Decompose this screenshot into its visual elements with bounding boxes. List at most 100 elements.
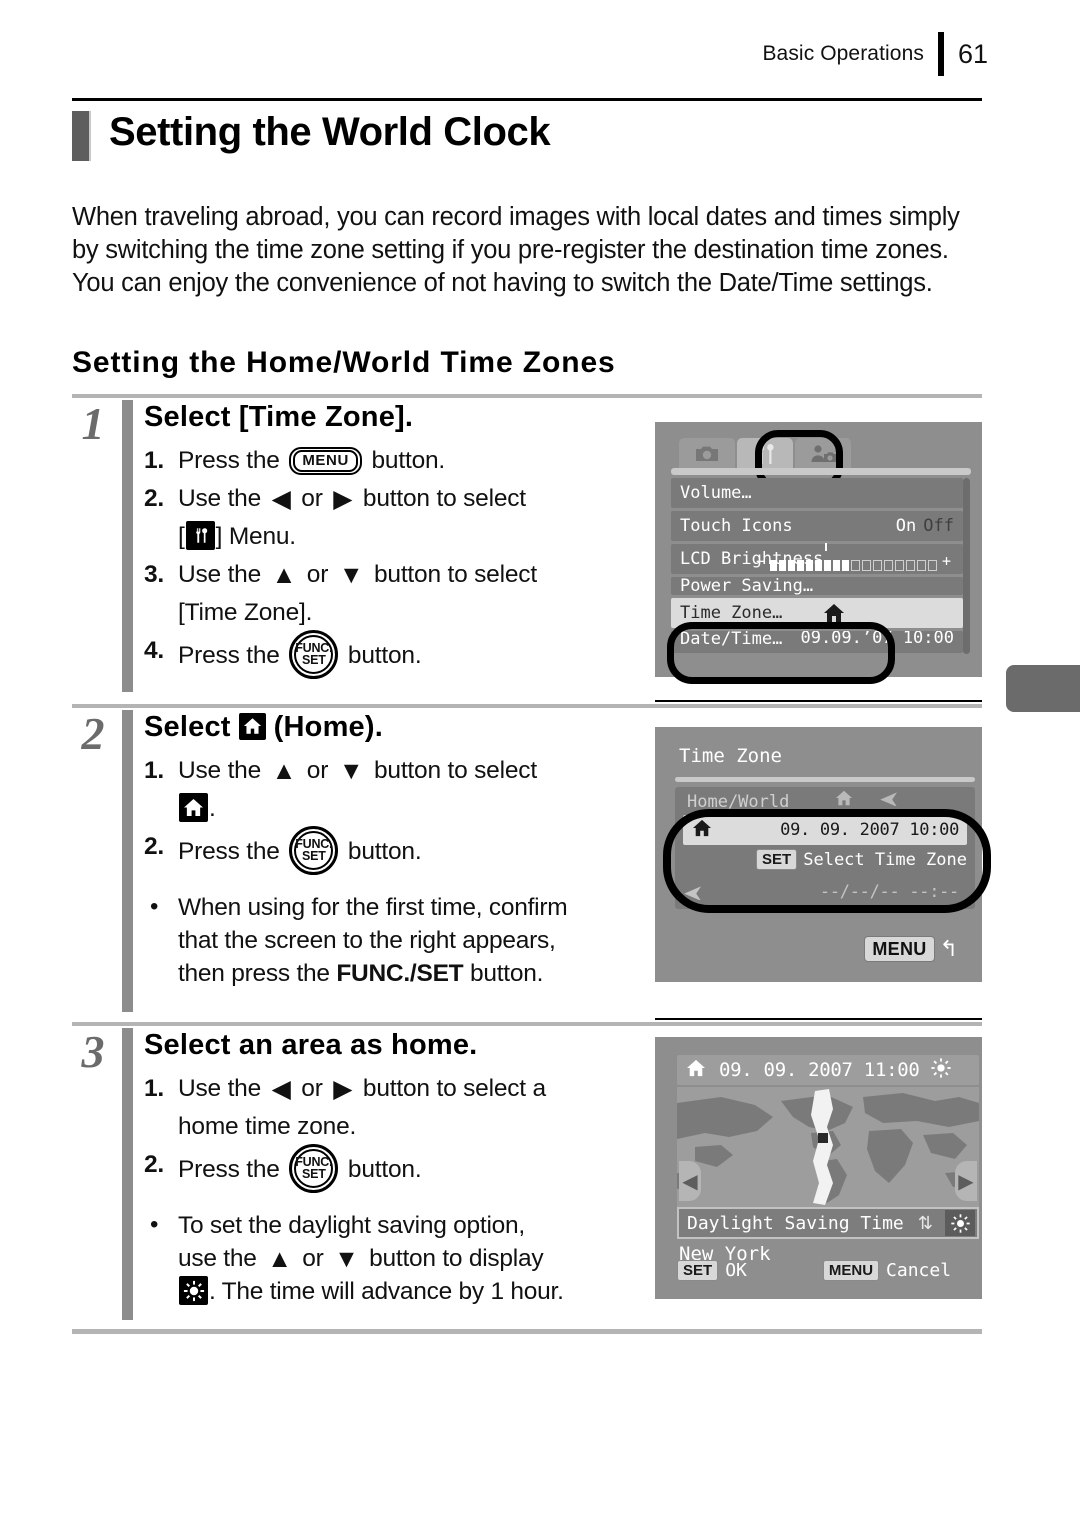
- title-top-rule: [72, 98, 982, 101]
- menu-cancel-hint: MENU Cancel: [822, 1260, 952, 1281]
- daylight-saving-label: Daylight Saving Time: [687, 1212, 904, 1234]
- touch-icons-on[interactable]: On: [896, 516, 916, 536]
- map-next-arrow[interactable]: ▶: [955, 1161, 977, 1201]
- func-set-button-icon: FUNC. SET: [289, 826, 339, 875]
- list-item: 1. Use the ▲ or ▼ button to select .: [144, 752, 734, 828]
- conjunction-text: or: [300, 561, 335, 588]
- instruction-text: button to select a: [356, 1075, 546, 1102]
- instruction-text: Press the: [178, 641, 287, 669]
- menu-row-value: − +: [753, 542, 954, 571]
- home-icon: [238, 712, 266, 740]
- list-item: 4. Press the FUNC. SET button.: [144, 630, 734, 681]
- arrow-left-icon: ◀: [271, 1075, 291, 1103]
- instruction-text: Use the: [178, 561, 268, 588]
- step-3-title: Select an area as home.: [144, 1029, 478, 1061]
- running-head-divider: [937, 32, 944, 76]
- menu-row-lcd-brightness[interactable]: LCD Brightness − +: [671, 542, 963, 574]
- camera-screen-time-zone: Time Zone Home/World 09. 09. 2007 10:00: [655, 727, 991, 982]
- list-item: • When using for the first time, confirm…: [144, 891, 734, 990]
- arrow-right-icon: ▶: [333, 485, 353, 513]
- back-arrow-icon: ↰: [939, 936, 958, 961]
- sun-icon: [930, 1057, 952, 1084]
- menu-action-label: Cancel: [886, 1260, 952, 1281]
- menu-button-label: MENU: [293, 449, 358, 472]
- func-set-button-icon: FUNC. SET: [289, 1144, 339, 1193]
- step-3-number: 3: [81, 1026, 105, 1077]
- bullet-dot: •: [150, 1211, 159, 1238]
- menu-key-icon: MENU: [822, 1260, 880, 1281]
- touch-icons-off[interactable]: Off: [923, 516, 954, 536]
- tools-icon: [185, 521, 215, 551]
- daylight-saving-row[interactable]: Daylight Saving Time ⇅: [677, 1207, 979, 1239]
- instruction-text: Press the: [178, 1155, 287, 1183]
- func-label-bottom: SET: [301, 1166, 326, 1181]
- menu-row-value: [823, 603, 845, 623]
- camera-screen-settings-menu: Volume… Touch Icons On Off LCD Brightnes…: [655, 422, 982, 684]
- home-icon: [824, 604, 844, 622]
- instruction-text: Use the: [178, 485, 268, 512]
- home-icon: [686, 1059, 706, 1082]
- instruction-text: [Time Zone].: [178, 599, 313, 626]
- menu-scrollbar[interactable]: [963, 478, 970, 654]
- up-down-arrows-icon: ⇅: [917, 1213, 933, 1233]
- settings-menu-inner: Volume… Touch Icons On Off LCD Brightnes…: [665, 430, 972, 684]
- step-2-title-suffix: (Home).: [273, 711, 383, 743]
- menu-row-label: Time Zone…: [680, 603, 783, 623]
- world-map-graphic[interactable]: ◀ ▶: [677, 1087, 979, 1207]
- page-number: 61: [957, 38, 988, 69]
- list-marker: 3.: [144, 561, 165, 588]
- func-label-bottom: SET: [301, 652, 326, 667]
- set-ok-hint: SET OK: [677, 1260, 747, 1281]
- step-2-number: 2: [81, 708, 105, 759]
- slider-tick: [824, 542, 827, 551]
- note-text: use the: [178, 1245, 264, 1272]
- instruction-text: Use the: [178, 1075, 268, 1102]
- sun-icon[interactable]: [945, 1210, 975, 1236]
- list-item: 2. Press the FUNC. SET button.: [144, 1144, 734, 1195]
- step-3-instruction-list: 1. Use the ◀ or ▶ button to select a hom…: [144, 1070, 734, 1195]
- instruction-text: button.: [341, 1155, 422, 1183]
- list-item: • To set the daylight saving option, use…: [144, 1209, 734, 1308]
- menu-row-volume[interactable]: Volume…: [671, 478, 963, 508]
- menu-row-touch-icons[interactable]: Touch Icons On Off: [671, 511, 963, 541]
- menu-key-icon: MENU: [864, 936, 935, 962]
- instruction-text: home time zone.: [178, 1113, 357, 1140]
- arrow-right-icon: ▶: [333, 1075, 353, 1103]
- brightness-slider[interactable]: − +: [753, 542, 954, 571]
- instruction-text: button to select: [367, 561, 537, 588]
- arrow-down-icon: ▼: [334, 1245, 359, 1273]
- time-zone-inner: Time Zone Home/World 09. 09. 2007 10:00: [663, 737, 991, 972]
- menu-row-value: On Off: [896, 516, 954, 536]
- step-2-notes: • When using for the first time, confirm…: [144, 891, 734, 990]
- list-marker: 2.: [144, 833, 165, 860]
- instruction-text: button.: [341, 641, 422, 669]
- conjunction-text: or: [300, 757, 335, 784]
- conjunction-text: or: [295, 1245, 331, 1272]
- arrow-down-icon: ▼: [338, 757, 364, 785]
- note-text: then press the: [178, 960, 337, 987]
- step-3-body: Select an area as home. 1. Use the ◀ or …: [144, 1028, 734, 1308]
- note-text-bold: FUNC./SET: [336, 960, 464, 987]
- note-text: . The time will advance by 1 hour.: [209, 1278, 564, 1305]
- page-title: Setting the World Clock: [72, 105, 551, 161]
- settings-row-list: Volume… Touch Icons On Off LCD Brightnes…: [667, 478, 963, 684]
- map-prev-arrow[interactable]: ◀: [679, 1161, 701, 1201]
- step-3-notes: • To set the daylight saving option, use…: [144, 1209, 734, 1308]
- note-text: When using for the first time, confirm: [178, 894, 568, 921]
- time-zone-title-rule: [675, 777, 975, 782]
- slider-minus-label: −: [755, 551, 765, 570]
- arrow-left-icon: ◀: [271, 485, 291, 513]
- instruction-text: ] Menu.: [215, 523, 297, 550]
- step-2-divider: [122, 710, 133, 1012]
- page-title-text: Setting the World Clock: [109, 110, 551, 154]
- list-marker: 1.: [144, 1075, 165, 1102]
- section-rule-3: [72, 1022, 982, 1026]
- home-world-icons: [835, 790, 899, 806]
- tab-camera[interactable]: [679, 438, 735, 470]
- menu-row-power-saving[interactable]: Power Saving…: [671, 577, 963, 595]
- note-text: button to display: [362, 1245, 544, 1272]
- screenshot-rule-1: [655, 700, 982, 702]
- intro-paragraph: When traveling abroad, you can record im…: [72, 202, 960, 297]
- func-label-bottom: SET: [301, 848, 326, 863]
- set-action-label: OK: [725, 1260, 747, 1281]
